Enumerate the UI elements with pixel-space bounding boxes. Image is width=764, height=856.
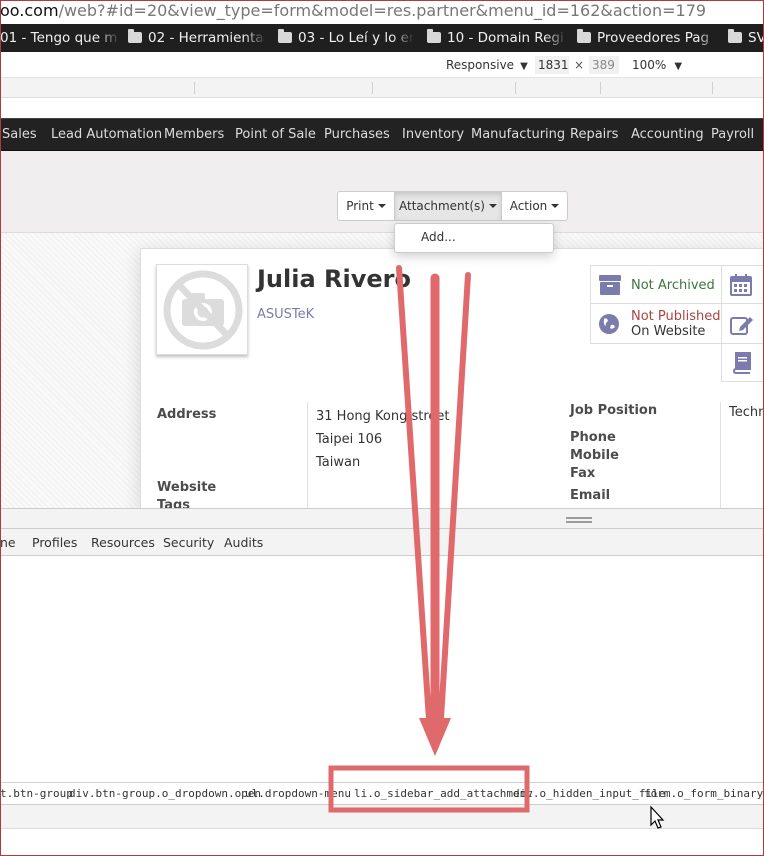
- annotation-overlay: [328, 265, 665, 829]
- annotation-highlight-box: [328, 765, 530, 813]
- annotation-arrow-line: [396, 265, 433, 738]
- annotation-arrowhead: [419, 718, 451, 756]
- mouse-cursor-icon: [650, 805, 665, 829]
- annotation-arrow-line: [437, 272, 471, 738]
